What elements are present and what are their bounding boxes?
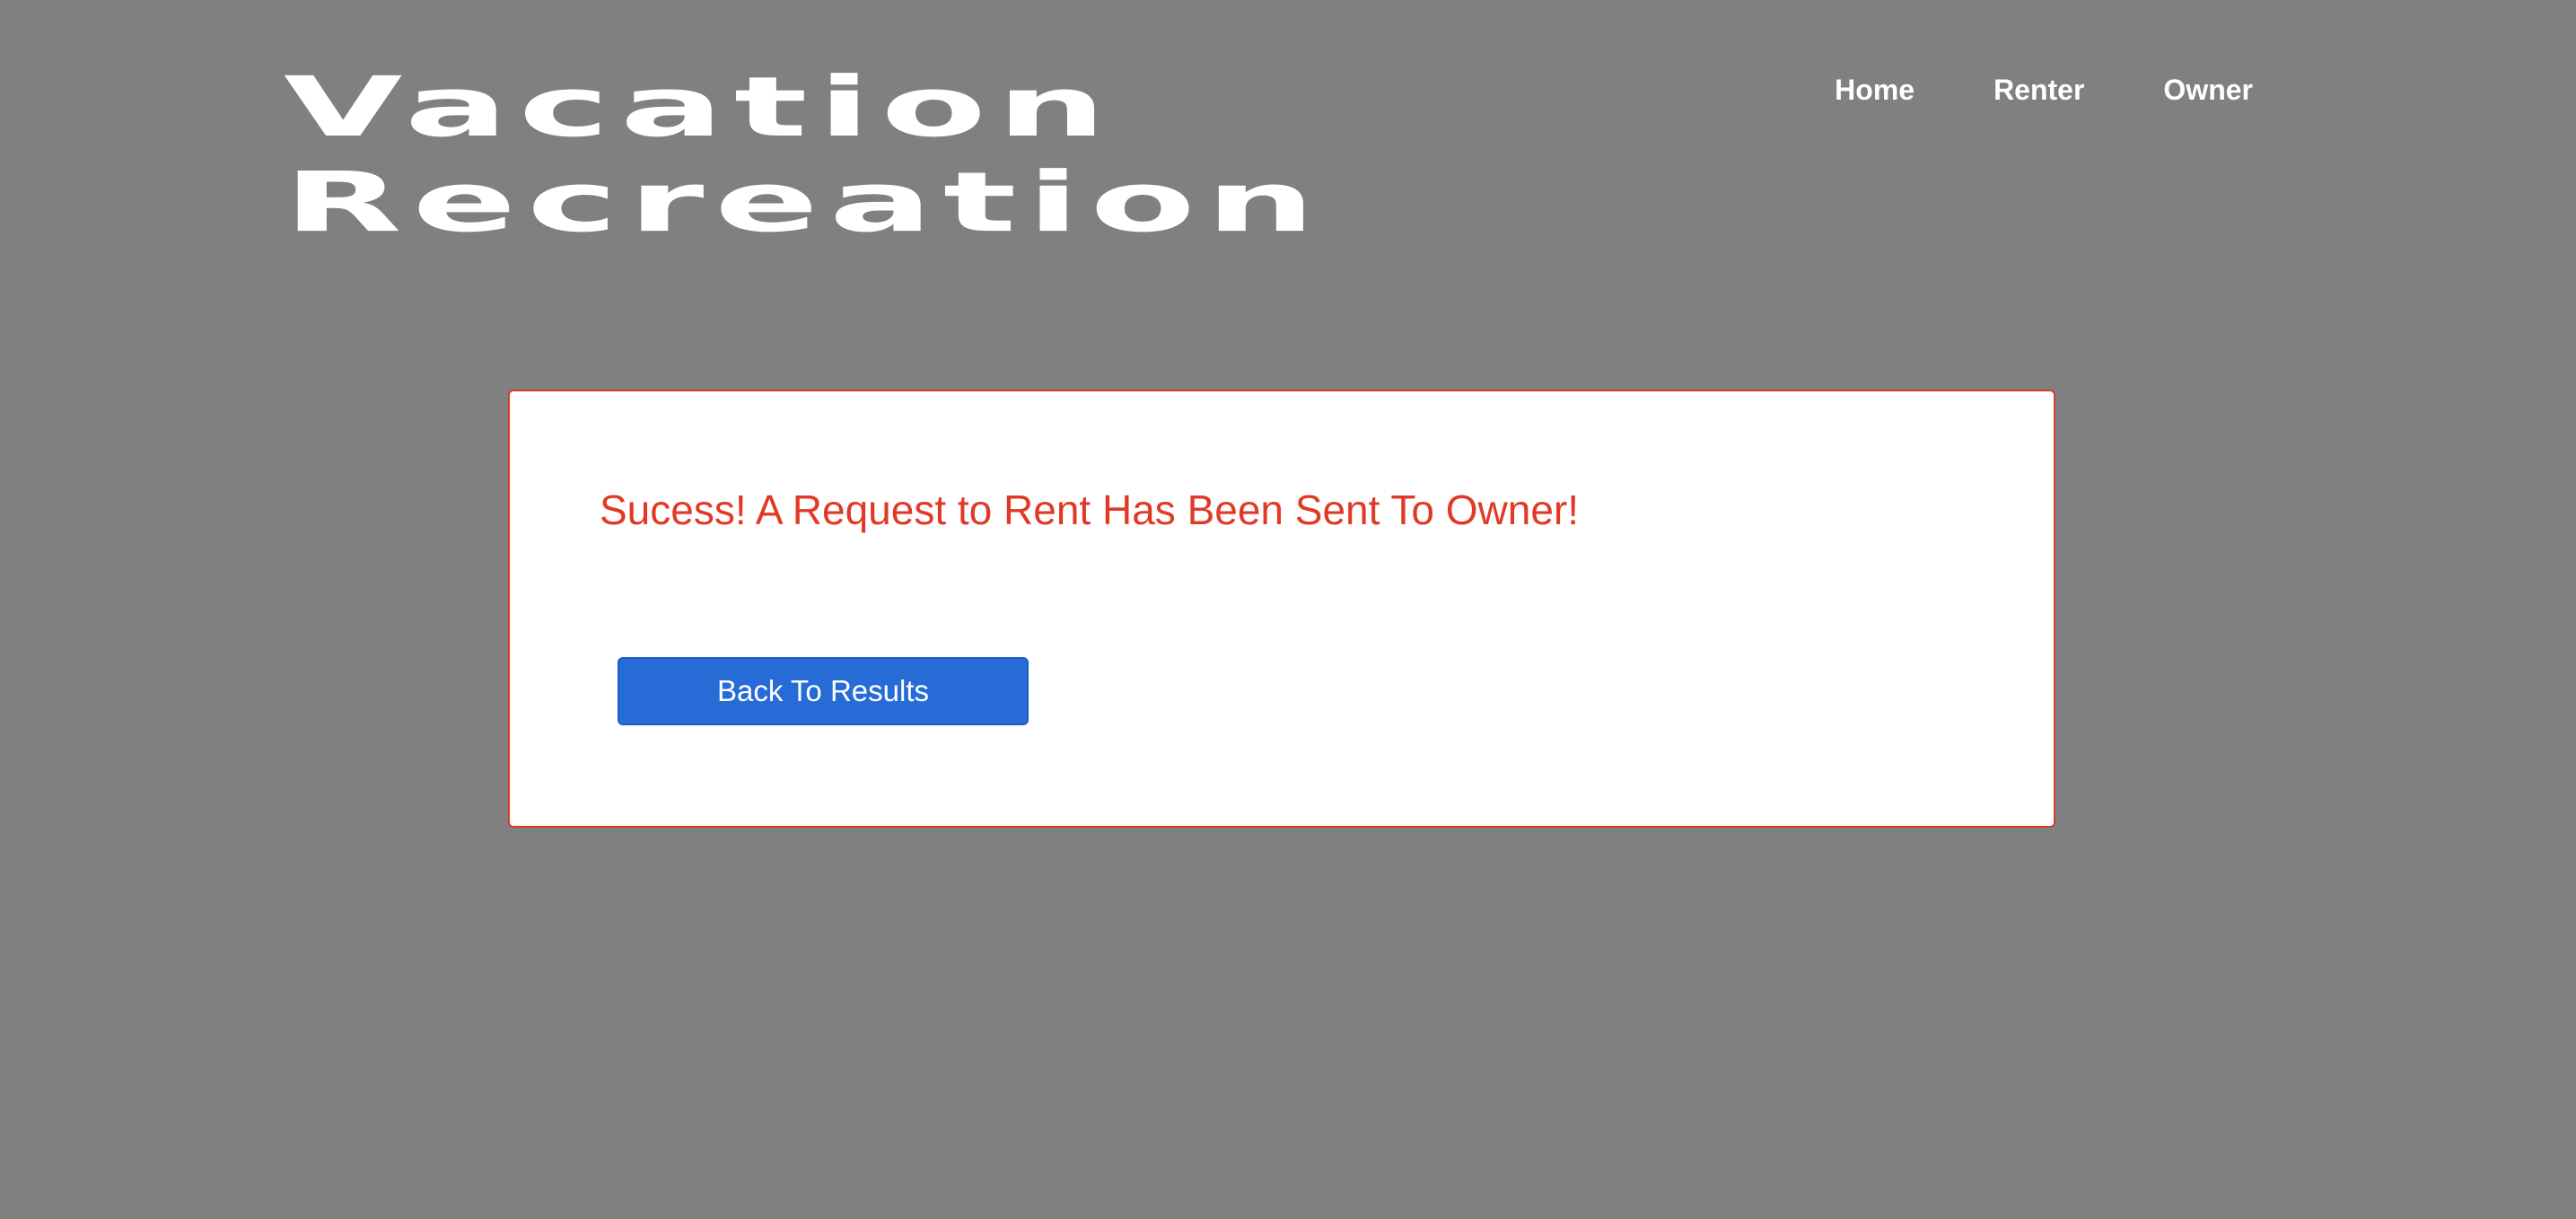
success-message: Sucess! A Request to Rent Has Been Sent … <box>600 487 1579 533</box>
nav-link-renter[interactable]: Renter <box>1993 70 2084 110</box>
site-title-line-1: Vacation <box>284 58 1117 155</box>
nav-link-owner[interactable]: Owner <box>2163 70 2253 110</box>
site-title: Vacation Recreation <box>284 59 1326 250</box>
back-to-results-button[interactable]: Back To Results <box>618 657 1029 725</box>
site-title-line-2: Recreation <box>284 153 1326 250</box>
nav-link-home[interactable]: Home <box>1835 70 1914 110</box>
main-nav: Home Renter Owner <box>1835 70 2253 110</box>
success-card: Sucess! A Request to Rent Has Been Sent … <box>508 390 2055 828</box>
